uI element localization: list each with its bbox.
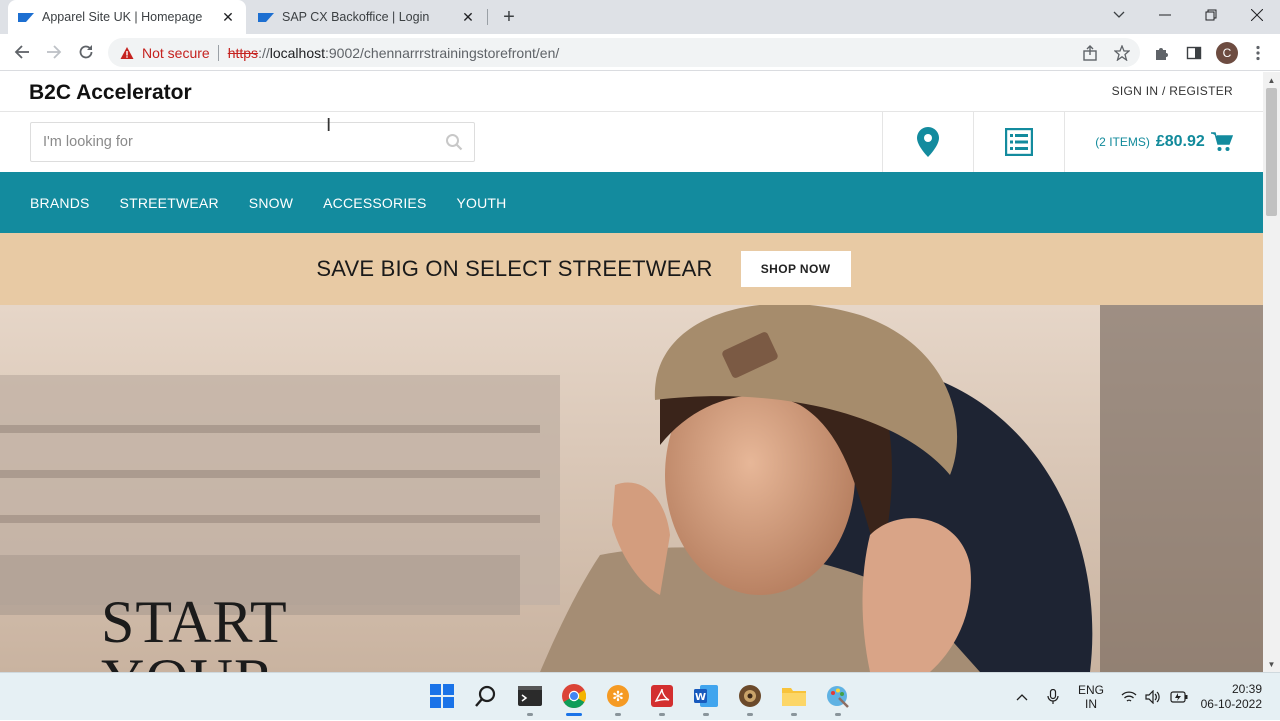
battery-charging-icon[interactable] [1170, 673, 1188, 721]
list-document-icon [1005, 128, 1033, 156]
shopping-cart-icon [1210, 132, 1233, 151]
promo-banner: SAVE BIG ON SELECT STREETWEAR SHOP NOW [0, 233, 1263, 305]
extensions-puzzle-icon[interactable] [1150, 42, 1174, 64]
sap-favicon-icon [258, 12, 274, 22]
tab-title: Apparel Site UK | Homepage [42, 10, 203, 24]
cart-total: £80.92 [1155, 133, 1205, 150]
close-tab-icon[interactable]: ✕ [220, 9, 236, 25]
store-finder-button[interactable] [882, 112, 973, 172]
sign-in-register-link[interactable]: SIGN IN / REGISTER [1112, 84, 1233, 98]
tab-apparel-homepage[interactable]: Apparel Site UK | Homepage ✕ [8, 0, 246, 34]
omnibox-separator [217, 44, 219, 61]
browser-tab-strip: Apparel Site UK | Homepage ✕ SAP CX Back… [0, 0, 1280, 34]
url-scheme: https [227, 44, 259, 61]
url-scheme-separator: :// [258, 44, 270, 61]
order-form-button[interactable] [973, 112, 1064, 172]
text-cursor-icon: I [326, 115, 332, 136]
url-host: localhost [269, 44, 325, 61]
restore-window-icon[interactable] [1188, 0, 1234, 30]
running-indicator [615, 713, 621, 716]
hero-banner-image[interactable]: START YOUR [0, 305, 1263, 672]
search-input[interactable] [31, 123, 434, 161]
new-tab-plus-icon[interactable]: + [499, 6, 519, 28]
kebab-menu-icon[interactable] [1246, 42, 1270, 64]
close-tab-icon[interactable]: ✕ [460, 9, 476, 25]
app-emblem-icon[interactable] [737, 683, 763, 709]
tab-separator [487, 9, 488, 25]
address-bar[interactable]: Not secure https :// localhost :9002/che… [108, 38, 1140, 67]
running-indicator [791, 713, 797, 716]
running-indicator [527, 713, 533, 716]
nav-streetwear[interactable]: STREETWEAR [120, 195, 219, 211]
running-indicator [835, 713, 841, 716]
windows-start-icon[interactable] [429, 683, 455, 709]
running-indicator [747, 713, 753, 716]
microphone-icon[interactable] [1047, 673, 1059, 721]
active-app-indicator [566, 713, 582, 716]
site-header: (2 ITEMS) £80.92 [0, 112, 1263, 172]
snowflake-app-icon[interactable]: ✻ [605, 683, 631, 709]
terminal-icon[interactable] [517, 683, 543, 709]
word-icon[interactable]: W [693, 683, 719, 709]
wifi-icon[interactable] [1121, 673, 1137, 721]
hero-headline: START YOUR [101, 589, 288, 672]
site-top-bar: B2C Accelerator SIGN IN / REGISTER [0, 72, 1263, 112]
clock-time: 20:39 [1231, 682, 1262, 696]
site-logo[interactable]: B2C Accelerator [29, 81, 192, 105]
language-region: IN [1085, 697, 1097, 711]
sap-favicon-icon [18, 12, 34, 22]
main-navigation: BRANDS STREETWEAR SNOW ACCESSORIES YOUTH [0, 172, 1263, 233]
nav-youth[interactable]: YOUTH [456, 195, 506, 211]
side-panel-icon[interactable] [1182, 42, 1206, 64]
acrobat-icon[interactable] [649, 683, 675, 709]
bookmark-star-icon[interactable] [1110, 42, 1134, 64]
back-arrow-icon[interactable] [9, 40, 35, 64]
svg-text:W: W [695, 692, 706, 703]
warning-triangle-icon [120, 46, 134, 59]
tab-search-chevron-icon[interactable] [1096, 0, 1142, 30]
close-window-icon[interactable] [1234, 0, 1280, 30]
hero-headline-line1: START [101, 589, 288, 655]
promo-text: SAVE BIG ON SELECT STREETWEAR [316, 256, 713, 281]
input-language-indicator[interactable]: ENG IN [1078, 673, 1104, 721]
paint-icon[interactable] [825, 683, 851, 709]
url-path: :9002/chennarrrstrainingstorefront/en/ [325, 44, 560, 61]
language-code: ENG [1078, 683, 1105, 697]
chrome-icon[interactable] [561, 683, 587, 709]
scroll-up-arrow-icon[interactable]: ▲ [1263, 72, 1280, 88]
clock[interactable]: 20:39 06-10-2022 [1198, 673, 1262, 721]
search-box [30, 122, 475, 162]
svg-text:✻: ✻ [612, 689, 624, 705]
profile-avatar[interactable]: C [1216, 42, 1238, 64]
location-pin-icon [917, 127, 939, 157]
nav-snow[interactable]: SNOW [249, 195, 293, 211]
tab-sap-backoffice[interactable]: SAP CX Backoffice | Login ✕ [248, 0, 486, 34]
share-icon[interactable] [1078, 42, 1102, 64]
windows-taskbar: ✻ W ENG IN 20:39 06-10-2022 [0, 672, 1280, 720]
page-viewport: B2C Accelerator SIGN IN / REGISTER (2 IT… [0, 72, 1263, 672]
file-explorer-icon[interactable] [781, 683, 807, 709]
nav-accessories[interactable]: ACCESSORIES [323, 195, 426, 211]
tab-title: SAP CX Backoffice | Login [282, 10, 430, 24]
mini-cart[interactable]: (2 ITEMS) £80.92 [1064, 112, 1263, 172]
volume-icon[interactable] [1145, 673, 1161, 721]
reload-icon[interactable] [73, 40, 99, 64]
cart-item-count: (2 ITEMS) [1095, 135, 1150, 149]
clock-date: 06-10-2022 [1200, 697, 1262, 711]
search-icon[interactable] [473, 683, 499, 709]
not-secure-label[interactable]: Not secure [142, 45, 210, 61]
running-indicator [703, 713, 709, 716]
search-icon[interactable] [434, 123, 474, 161]
show-hidden-icons-chevron-icon[interactable] [1016, 673, 1028, 721]
minimize-window-icon[interactable] [1142, 0, 1188, 30]
nav-brands[interactable]: BRANDS [30, 195, 90, 211]
running-indicator [659, 713, 665, 716]
page-scrollbar[interactable]: ▲ ▼ [1263, 72, 1280, 672]
hero-headline-line2: YOUR [101, 650, 288, 672]
scroll-thumb[interactable] [1266, 88, 1277, 216]
forward-arrow-icon[interactable] [41, 40, 67, 64]
scroll-down-arrow-icon[interactable]: ▼ [1263, 656, 1280, 672]
shop-now-button[interactable]: SHOP NOW [740, 251, 851, 287]
